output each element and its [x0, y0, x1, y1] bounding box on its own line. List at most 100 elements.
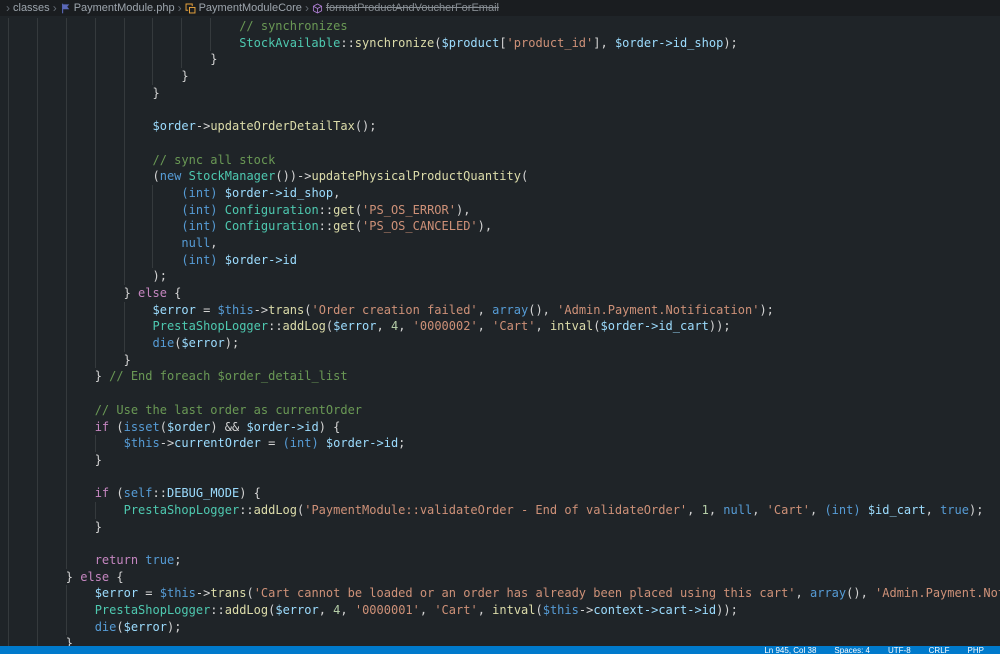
code-line[interactable]: // sync all stock	[8, 151, 1000, 169]
code-line[interactable]: }	[8, 51, 1000, 69]
code-line[interactable]: );	[8, 268, 1000, 285]
code-token: ,	[752, 502, 767, 517]
breadcrumb-item-method[interactable]: formatProductAndVoucherForEmail	[312, 2, 499, 14]
indent-guide	[94, 234, 96, 252]
code-line[interactable]: } // End foreach $order_detail_list	[8, 368, 1000, 386]
indent-guide	[152, 184, 154, 202]
code-token: (int)	[181, 202, 218, 217]
code-line[interactable]: }	[8, 351, 1000, 369]
code-line[interactable]: return true;	[8, 552, 1000, 569]
code-token: 'Cart'	[766, 502, 810, 517]
indent-guide	[8, 201, 9, 219]
code-line[interactable]: null,	[8, 234, 1000, 252]
code-line[interactable]: (int) $order->id_shop,	[8, 184, 1000, 202]
code-line[interactable]: $error = $this->trans('Cart cannot be lo…	[8, 585, 1000, 603]
indent-guide	[65, 268, 67, 285]
indent-guide	[36, 451, 38, 469]
status-indentation[interactable]: Spaces: 4	[834, 646, 870, 654]
status-encoding[interactable]: UTF-8	[888, 646, 911, 654]
code-token: addLog	[253, 502, 297, 517]
indent-guide	[65, 368, 67, 386]
code-line[interactable]: } else {	[8, 568, 1000, 586]
indent-guide	[8, 268, 9, 285]
code-token: }	[8, 352, 131, 367]
indent-guide	[36, 134, 38, 152]
code-line[interactable]: }	[8, 451, 1000, 469]
breadcrumb-item-class[interactable]: PaymentModuleCore	[185, 2, 302, 14]
code-line[interactable]: $order->updateOrderDetailTax();	[8, 118, 1000, 135]
indent-guide	[36, 168, 38, 185]
code-line[interactable]: // synchronizes	[8, 18, 1000, 35]
code-line[interactable]: $this->currentOrder = (int) $order->id;	[8, 435, 1000, 452]
code-token: $order	[152, 119, 196, 134]
code-line[interactable]	[8, 468, 1000, 486]
code-line[interactable]: die($error);	[8, 618, 1000, 636]
indent-guide	[65, 351, 67, 369]
code-line[interactable]: StockAvailable::synchronize($product['pr…	[8, 34, 1000, 52]
code-token: updateOrderDetailTax	[210, 119, 355, 134]
code-line[interactable]	[8, 134, 1000, 152]
code-line[interactable]: }	[8, 84, 1000, 102]
indent-guide	[36, 568, 38, 586]
class-icon	[185, 3, 196, 14]
code-token: // synchronizes	[239, 19, 348, 33]
code-line[interactable]: die($error);	[8, 335, 1000, 352]
code-line[interactable]: if (self::DEBUG_MODE) {	[8, 485, 1000, 502]
indent-guide	[123, 18, 125, 35]
indent-guide	[36, 518, 38, 536]
indent-guide	[94, 201, 96, 219]
code-line[interactable]	[8, 101, 1000, 119]
code-line[interactable]: PrestaShopLogger::addLog('PaymentModule:…	[8, 501, 1000, 519]
indent-guide	[8, 485, 9, 502]
code-token: ,	[477, 603, 493, 618]
status-cursor-position[interactable]: Ln 945, Col 38	[764, 646, 816, 654]
indent-guide	[123, 318, 125, 336]
code-token: if	[94, 419, 110, 434]
indent-guide	[8, 18, 9, 35]
code-line[interactable]	[8, 385, 1000, 402]
code-token: );	[968, 502, 984, 517]
indent-guide	[152, 218, 154, 235]
code-token: self	[123, 486, 153, 501]
code-token: );	[224, 336, 240, 351]
code-token: (	[354, 219, 363, 234]
code-line[interactable]: }	[8, 68, 1000, 85]
code-line[interactable]: }	[8, 518, 1000, 536]
breadcrumb-label: classes	[13, 2, 50, 14]
indent-guide	[8, 618, 9, 636]
status-language-mode[interactable]: PHP	[968, 646, 984, 654]
chevron-right-icon: ›	[304, 1, 309, 15]
code-line[interactable]: (int) $order->id	[8, 251, 1000, 269]
indent-guide	[65, 335, 67, 352]
indent-guide	[8, 401, 9, 419]
indent-guide	[8, 351, 9, 369]
code-token: synchronize	[354, 35, 435, 50]
code-token: ();	[354, 119, 377, 134]
code-token: $order->id	[246, 419, 319, 434]
indent-guide	[181, 18, 183, 35]
status-eol[interactable]: CRLF	[929, 646, 950, 654]
code-line[interactable]: // Use the last order as currentOrder	[8, 401, 1000, 419]
code-line[interactable]: $error = $this->trans('Order creation fa…	[8, 301, 1000, 319]
indent-guide	[36, 368, 38, 386]
code-line[interactable]: if (isset($order) && $order->id) {	[8, 418, 1000, 436]
code-line[interactable]: } else {	[8, 285, 1000, 302]
breadcrumb-item-file[interactable]: PaymentModule.php	[60, 2, 175, 14]
code-line[interactable]	[8, 535, 1000, 552]
code-line[interactable]: (int) Configuration::get('PS_OS_CANCELED…	[8, 218, 1000, 235]
breadcrumb-item-classes[interactable]: classes	[13, 2, 50, 14]
indent-guide	[8, 335, 9, 352]
code-line[interactable]: PrestaShopLogger::addLog($error, 4, '000…	[8, 602, 1000, 619]
code-line[interactable]: (int) Configuration::get('PS_OS_ERROR'),	[8, 201, 1000, 219]
code-line[interactable]: PrestaShopLogger::addLog($error, 4, '000…	[8, 318, 1000, 336]
code-token: ->	[159, 436, 175, 451]
code-token: (int)	[181, 252, 218, 267]
indent-guide	[36, 318, 38, 336]
indent-guide	[8, 468, 9, 486]
indent-guide	[8, 251, 9, 269]
code-line[interactable]: (new StockManager())->updatePhysicalProd…	[8, 168, 1000, 185]
code-editor[interactable]: // synchronizes StockAvailable::synchron…	[0, 16, 1000, 654]
